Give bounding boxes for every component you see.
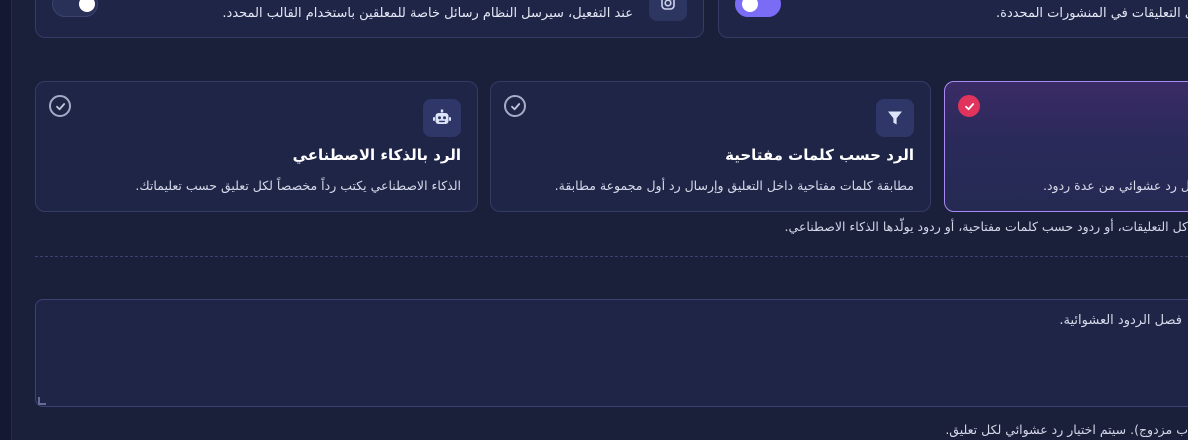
mode-card-random[interactable]: سال رد عشوائي من عدة ردود. bbox=[944, 81, 1188, 212]
robot-icon bbox=[423, 99, 461, 137]
dm-setting-card: عند التفعيل، سيرسل النظام رسائل خاصة للم… bbox=[35, 0, 704, 38]
replies-footer-note: ب مزدوج). سيتم اختيار رد عشوائي لكل تعلي… bbox=[945, 422, 1188, 437]
dm-setting-description: عند التفعيل، سيرسل النظام رسائل خاصة للم… bbox=[222, 6, 633, 21]
filter-icon bbox=[876, 99, 914, 137]
resize-handle-icon[interactable] bbox=[38, 397, 46, 405]
mode-desc-keyword: مطابقة كلمات مفتاحية داخل التعليق وإرسال… bbox=[554, 178, 914, 193]
check-icon bbox=[49, 95, 71, 117]
instagram-icon bbox=[649, 0, 687, 21]
dm-toggle[interactable] bbox=[52, 0, 98, 17]
random-replies-textarea[interactable]: فصل الردود العشوائية. bbox=[35, 299, 1188, 407]
page: عند التفعيل، سيرسل النظام رسائل خاصة للم… bbox=[0, 0, 1188, 440]
toggle-knob bbox=[742, 0, 758, 12]
mode-desc-ai: الذكاء الاصطناعي يكتب رداً مخصصاً لكل تع… bbox=[135, 178, 461, 193]
textarea-placeholder: فصل الردود العشوائية. bbox=[1059, 313, 1182, 328]
comment-reply-description: على التعليقات في المنشورات المحددة. bbox=[996, 6, 1188, 21]
comment-reply-toggle[interactable] bbox=[735, 0, 781, 17]
check-icon bbox=[958, 95, 980, 117]
left-sidebar-edge bbox=[0, 0, 12, 440]
comment-reply-setting-card: على التعليقات في المنشورات المحددة. bbox=[718, 0, 1188, 38]
mode-card-keyword[interactable]: الرد حسب كلمات مفتاحية مطابقة كلمات مفتا… bbox=[490, 81, 931, 212]
check-icon bbox=[504, 95, 526, 117]
mode-title-keyword: الرد حسب كلمات مفتاحية bbox=[725, 146, 914, 164]
mode-desc-random: سال رد عشوائي من عدة ردود. bbox=[1043, 178, 1188, 193]
toggle-knob bbox=[79, 0, 95, 12]
mode-card-ai[interactable]: الرد بالذكاء الاصطناعي الذكاء الاصطناعي … bbox=[35, 81, 478, 212]
mode-helper-text: كل التعليقات، أو ردود حسب كلمات مفتاحية،… bbox=[784, 219, 1188, 234]
mode-title-ai: الرد بالذكاء الاصطناعي bbox=[292, 146, 461, 164]
section-divider bbox=[35, 256, 1188, 257]
